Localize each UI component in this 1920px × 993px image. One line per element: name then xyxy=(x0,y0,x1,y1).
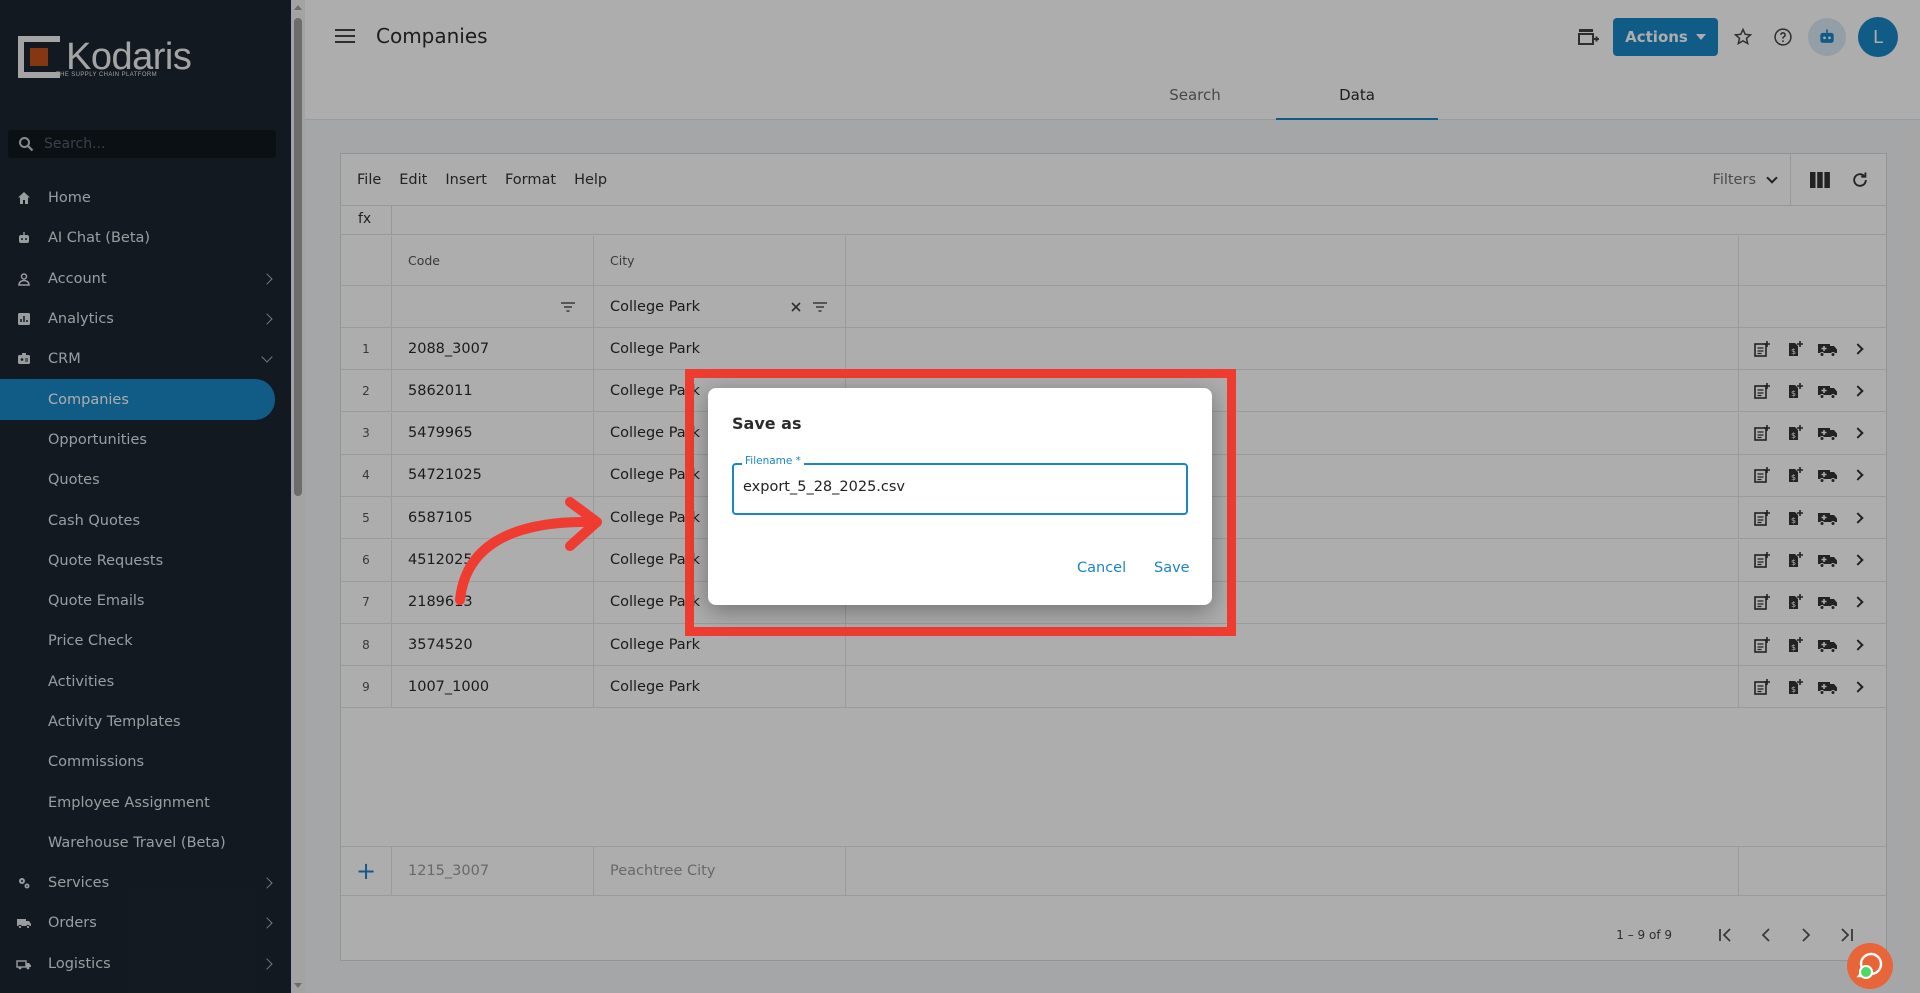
dialog-title: Save as xyxy=(732,414,802,433)
filename-label: Filename * xyxy=(742,455,804,467)
online-status-dot xyxy=(1859,965,1873,979)
filename-input[interactable] xyxy=(743,479,1173,495)
cancel-button[interactable]: Cancel xyxy=(1077,560,1126,576)
save-button[interactable]: Save xyxy=(1154,560,1190,576)
save-as-dialog: Save as Filename * Cancel Save xyxy=(708,388,1212,605)
tutorial-arrow-icon xyxy=(455,497,602,605)
filename-field[interactable]: Filename * xyxy=(732,455,1188,515)
